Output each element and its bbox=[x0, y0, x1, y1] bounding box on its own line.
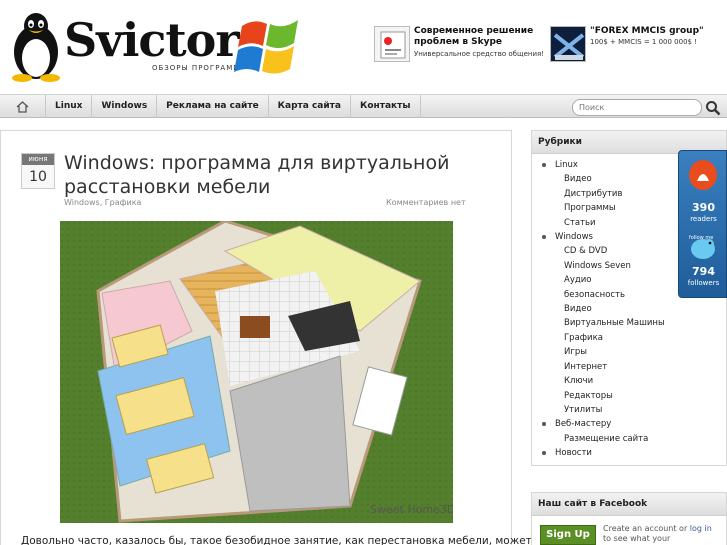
nav-item-linux[interactable]: Linux bbox=[46, 95, 93, 118]
skype-ad-icon bbox=[374, 26, 410, 62]
nav-item-advertising[interactable]: Реклама на сайте bbox=[157, 95, 269, 118]
site-tagline: ОБЗОРЫ ПРОГРАММ bbox=[152, 64, 241, 72]
home-icon bbox=[16, 100, 29, 113]
readers-label: readers bbox=[690, 215, 717, 223]
home-button[interactable] bbox=[0, 95, 46, 118]
nav-item-windows[interactable]: Windows bbox=[92, 95, 158, 118]
followers-label: followers bbox=[687, 279, 720, 287]
search-input[interactable] bbox=[572, 99, 702, 116]
post-categories[interactable]: Windows, Графика bbox=[64, 198, 141, 207]
category-item[interactable]: Веб-мастеру bbox=[532, 417, 726, 431]
subcategory-item[interactable]: Графика bbox=[532, 331, 726, 345]
followers-count: 794 bbox=[692, 265, 715, 278]
post-comments-link[interactable]: Комментариев нет bbox=[386, 198, 466, 207]
subcategory-item[interactable]: Игры bbox=[532, 345, 726, 359]
image-watermark: Sweet Home3D bbox=[370, 503, 453, 516]
subcategory-item[interactable]: Интернет bbox=[532, 360, 726, 374]
facebook-widget-title: Наш сайт в Facebook bbox=[532, 493, 726, 516]
ad-skype-desc: Универсальное средство общения! bbox=[414, 50, 545, 58]
category-item[interactable]: Новости bbox=[532, 446, 726, 460]
subcategory-item[interactable]: Видео bbox=[532, 302, 726, 316]
ad-forex-desc: 100$ + MMCIS = 1 000 000$ ! bbox=[590, 38, 698, 46]
ad-skype[interactable]: Современное решение проблем в Skype Унив… bbox=[374, 26, 544, 68]
post-month: июня bbox=[22, 154, 54, 165]
tux-logo-icon[interactable] bbox=[8, 12, 64, 82]
site-header: Svictor ОБЗОРЫ ПРОГРАММ Современное реше… bbox=[0, 0, 727, 92]
main-navigation: Linux Windows Реклама на сайте Карта сай… bbox=[0, 94, 727, 118]
subcategory-item[interactable]: Виртуальные Машины bbox=[532, 316, 726, 330]
facebook-login-prompt: Create an account or log in to see what … bbox=[603, 524, 712, 543]
post-date-badge: июня 10 bbox=[21, 153, 55, 189]
twitter-bird-icon[interactable]: follow me bbox=[687, 233, 719, 261]
nav-item-contacts[interactable]: Контакты bbox=[351, 95, 421, 118]
windows-flag-icon bbox=[234, 20, 298, 74]
post-excerpt: Довольно часто, казалось бы, такое безоб… bbox=[21, 535, 532, 545]
subcategory-item[interactable]: Утилиты bbox=[532, 403, 726, 417]
search-icon[interactable] bbox=[705, 100, 721, 116]
ad-forex[interactable]: "FOREX MMCIS group" 100$ + MMCIS = 1 000… bbox=[550, 26, 727, 68]
subcategory-item[interactable]: Редакторы bbox=[532, 389, 726, 403]
subcategory-item[interactable]: Размещение сайта bbox=[532, 432, 726, 446]
site-logo-text[interactable]: Svictor bbox=[64, 14, 240, 66]
facebook-login-link[interactable]: log in bbox=[690, 524, 712, 533]
feedburner-icon[interactable] bbox=[687, 157, 719, 191]
facebook-widget: Наш сайт в Facebook Sign Up Create an ac… bbox=[531, 492, 727, 545]
nav-item-sitemap[interactable]: Карта сайта bbox=[269, 95, 351, 118]
social-counters: 390 readers follow me 794 followers bbox=[678, 150, 727, 298]
readers-count: 390 bbox=[692, 201, 715, 214]
facebook-signup-button[interactable]: Sign Up bbox=[540, 525, 596, 545]
subcategory-item[interactable]: Ключи bbox=[532, 374, 726, 388]
post-container: июня 10 Windows: программа для виртуальн… bbox=[0, 130, 532, 545]
ad-forex-title: "FOREX MMCIS group" bbox=[590, 26, 704, 36]
ad-skype-title: Современное решение проблем в Skype bbox=[414, 26, 534, 47]
post-title[interactable]: Windows: программа для виртуальной расст… bbox=[64, 151, 484, 199]
post-day: 10 bbox=[29, 169, 47, 185]
floor-plan-image: Sweet Home3D bbox=[60, 221, 453, 523]
svg-text:follow me: follow me bbox=[689, 235, 713, 241]
forex-ad-icon bbox=[550, 26, 586, 62]
